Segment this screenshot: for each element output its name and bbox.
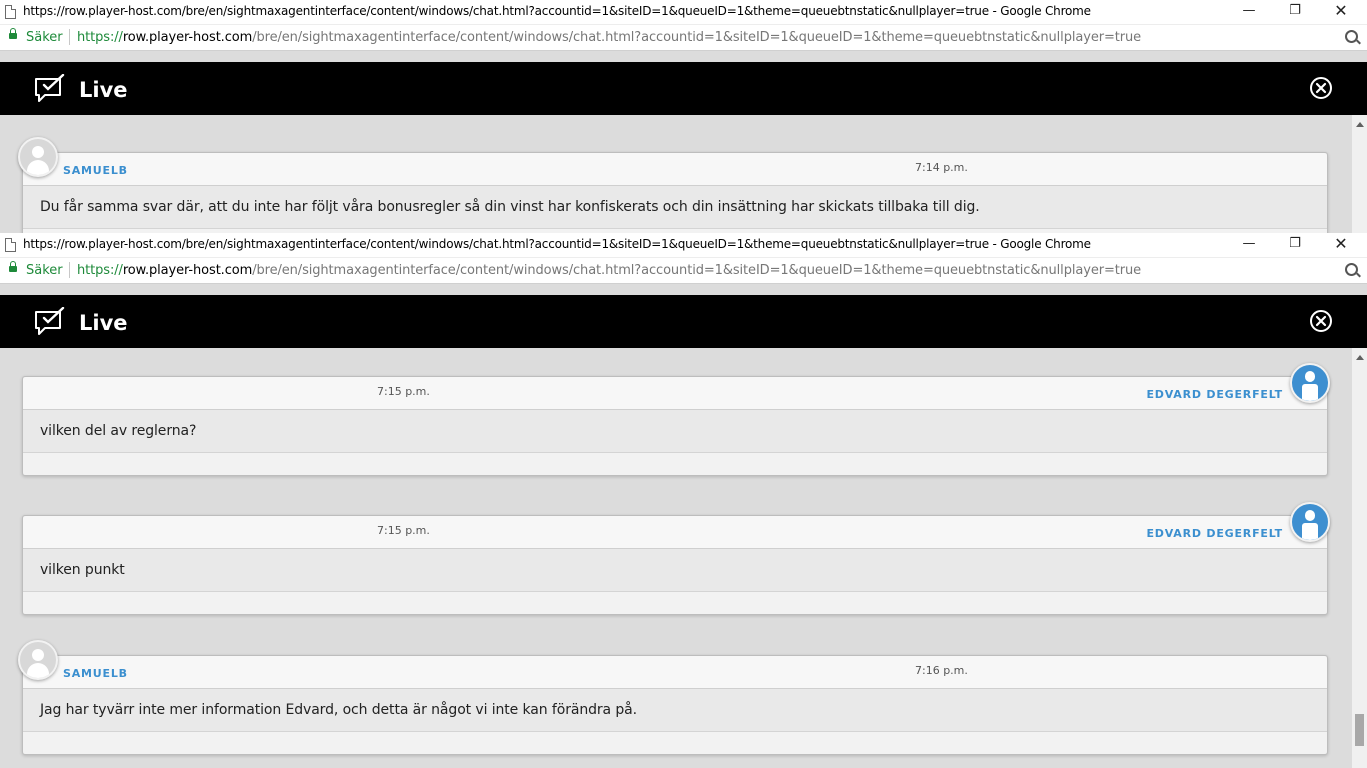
- address-bar[interactable]: Säker https://row.player-host.com/bre/en…: [0, 258, 1367, 284]
- browser-window-2: https://row.player-host.com/bre/en/sight…: [0, 233, 1367, 768]
- user-icon: [1305, 510, 1315, 521]
- avatar: [18, 640, 58, 680]
- message-footer: [23, 591, 1327, 614]
- message-header: 7:15 p.m. EDVARD DEGERFELT: [23, 516, 1327, 549]
- sender-name: SAMUELB: [63, 164, 128, 177]
- scroll-up-arrow[interactable]: [1356, 122, 1364, 127]
- sender-name: SAMUELB: [63, 667, 128, 680]
- chat-header: Live: [0, 62, 1367, 115]
- secure-label[interactable]: Säker: [26, 30, 63, 45]
- scrollbar[interactable]: [1352, 348, 1367, 768]
- chat-header: Live: [0, 295, 1367, 348]
- chat-title: Live: [79, 311, 128, 335]
- address-separator: [69, 262, 70, 278]
- title-bar: https://row.player-host.com/bre/en/sight…: [0, 0, 1367, 25]
- url-field[interactable]: https://row.player-host.com/bre/en/sight…: [77, 30, 1141, 45]
- message-time: 7:15 p.m.: [377, 524, 430, 537]
- lock-icon[interactable]: [9, 261, 17, 272]
- secure-label[interactable]: Säker: [26, 263, 63, 278]
- message-header: SAMUELB 7:14 p.m.: [23, 153, 1327, 186]
- browser-window-1: https://row.player-host.com/bre/en/sight…: [0, 0, 1367, 233]
- url-path: /bre/en/sightmaxagentinterface/content/w…: [252, 30, 1142, 45]
- zoom-icon[interactable]: [1345, 30, 1358, 43]
- message-time: 7:16 p.m.: [915, 664, 968, 677]
- chat-messages-area[interactable]: SAMUELB 7:14 p.m. Du får samma svar där,…: [0, 115, 1367, 233]
- close-window-button[interactable]: ✕: [1318, 0, 1364, 24]
- chat-check-icon: [35, 307, 65, 335]
- window-title: https://row.player-host.com/bre/en/sight…: [23, 237, 1091, 251]
- message-footer: [23, 731, 1327, 754]
- message-text: vilken del av reglerna?: [40, 423, 197, 439]
- chat-message: SAMUELB 7:16 p.m. Jag har tyvärr inte me…: [22, 655, 1328, 755]
- lock-icon[interactable]: [9, 28, 17, 39]
- address-bar[interactable]: Säker https://row.player-host.com/bre/en…: [0, 25, 1367, 51]
- scroll-thumb[interactable]: [1355, 714, 1364, 746]
- minimize-button[interactable]: —: [1226, 0, 1272, 24]
- message-text: Du får samma svar där, att du inte har f…: [40, 199, 980, 215]
- maximize-button[interactable]: ❐: [1272, 0, 1318, 24]
- chat-check-icon: [35, 74, 65, 102]
- window-title: https://row.player-host.com/bre/en/sight…: [23, 4, 1091, 18]
- url-field[interactable]: https://row.player-host.com/bre/en/sight…: [77, 263, 1141, 278]
- chat-title: Live: [79, 78, 128, 102]
- chat-message: 7:15 p.m. EDVARD DEGERFELT vilken punkt: [22, 515, 1328, 615]
- user-icon: [32, 649, 44, 661]
- close-circle-icon[interactable]: [1309, 309, 1333, 333]
- message-footer: [23, 452, 1327, 475]
- url-host: row.player-host.com: [122, 263, 253, 278]
- page-icon: [5, 5, 16, 19]
- avatar: [18, 137, 58, 177]
- avatar: [1290, 363, 1330, 403]
- user-icon: [32, 146, 44, 158]
- url-path: /bre/en/sightmaxagentinterface/content/w…: [252, 263, 1142, 278]
- chat-message: SAMUELB 7:14 p.m. Du får samma svar där,…: [22, 152, 1328, 233]
- sender-name: EDVARD DEGERFELT: [1146, 527, 1283, 540]
- scrollbar[interactable]: [1352, 115, 1367, 233]
- url-host: row.player-host.com: [122, 30, 253, 45]
- message-text: vilken punkt: [40, 562, 125, 578]
- minimize-button[interactable]: —: [1226, 233, 1272, 257]
- title-bar: https://row.player-host.com/bre/en/sight…: [0, 233, 1367, 258]
- close-circle-icon[interactable]: [1309, 76, 1333, 100]
- address-separator: [69, 29, 70, 45]
- avatar: [1290, 502, 1330, 542]
- message-time: 7:15 p.m.: [377, 385, 430, 398]
- close-window-button[interactable]: ✕: [1318, 233, 1364, 257]
- url-scheme: https://: [77, 263, 123, 278]
- zoom-icon[interactable]: [1345, 263, 1358, 276]
- sender-name: EDVARD DEGERFELT: [1146, 388, 1283, 401]
- page-icon: [5, 238, 16, 252]
- user-icon: [1305, 371, 1315, 382]
- maximize-button[interactable]: ❐: [1272, 233, 1318, 257]
- chat-message: 7:15 p.m. EDVARD DEGERFELT vilken del av…: [22, 376, 1328, 476]
- chat-messages-area[interactable]: 7:15 p.m. EDVARD DEGERFELT vilken del av…: [0, 348, 1367, 768]
- url-scheme: https://: [77, 30, 123, 45]
- message-text: Jag har tyvärr inte mer information Edva…: [40, 702, 637, 718]
- message-header: SAMUELB 7:16 p.m.: [23, 656, 1327, 689]
- scroll-up-arrow[interactable]: [1356, 355, 1364, 360]
- message-time: 7:14 p.m.: [915, 161, 968, 174]
- message-header: 7:15 p.m. EDVARD DEGERFELT: [23, 377, 1327, 410]
